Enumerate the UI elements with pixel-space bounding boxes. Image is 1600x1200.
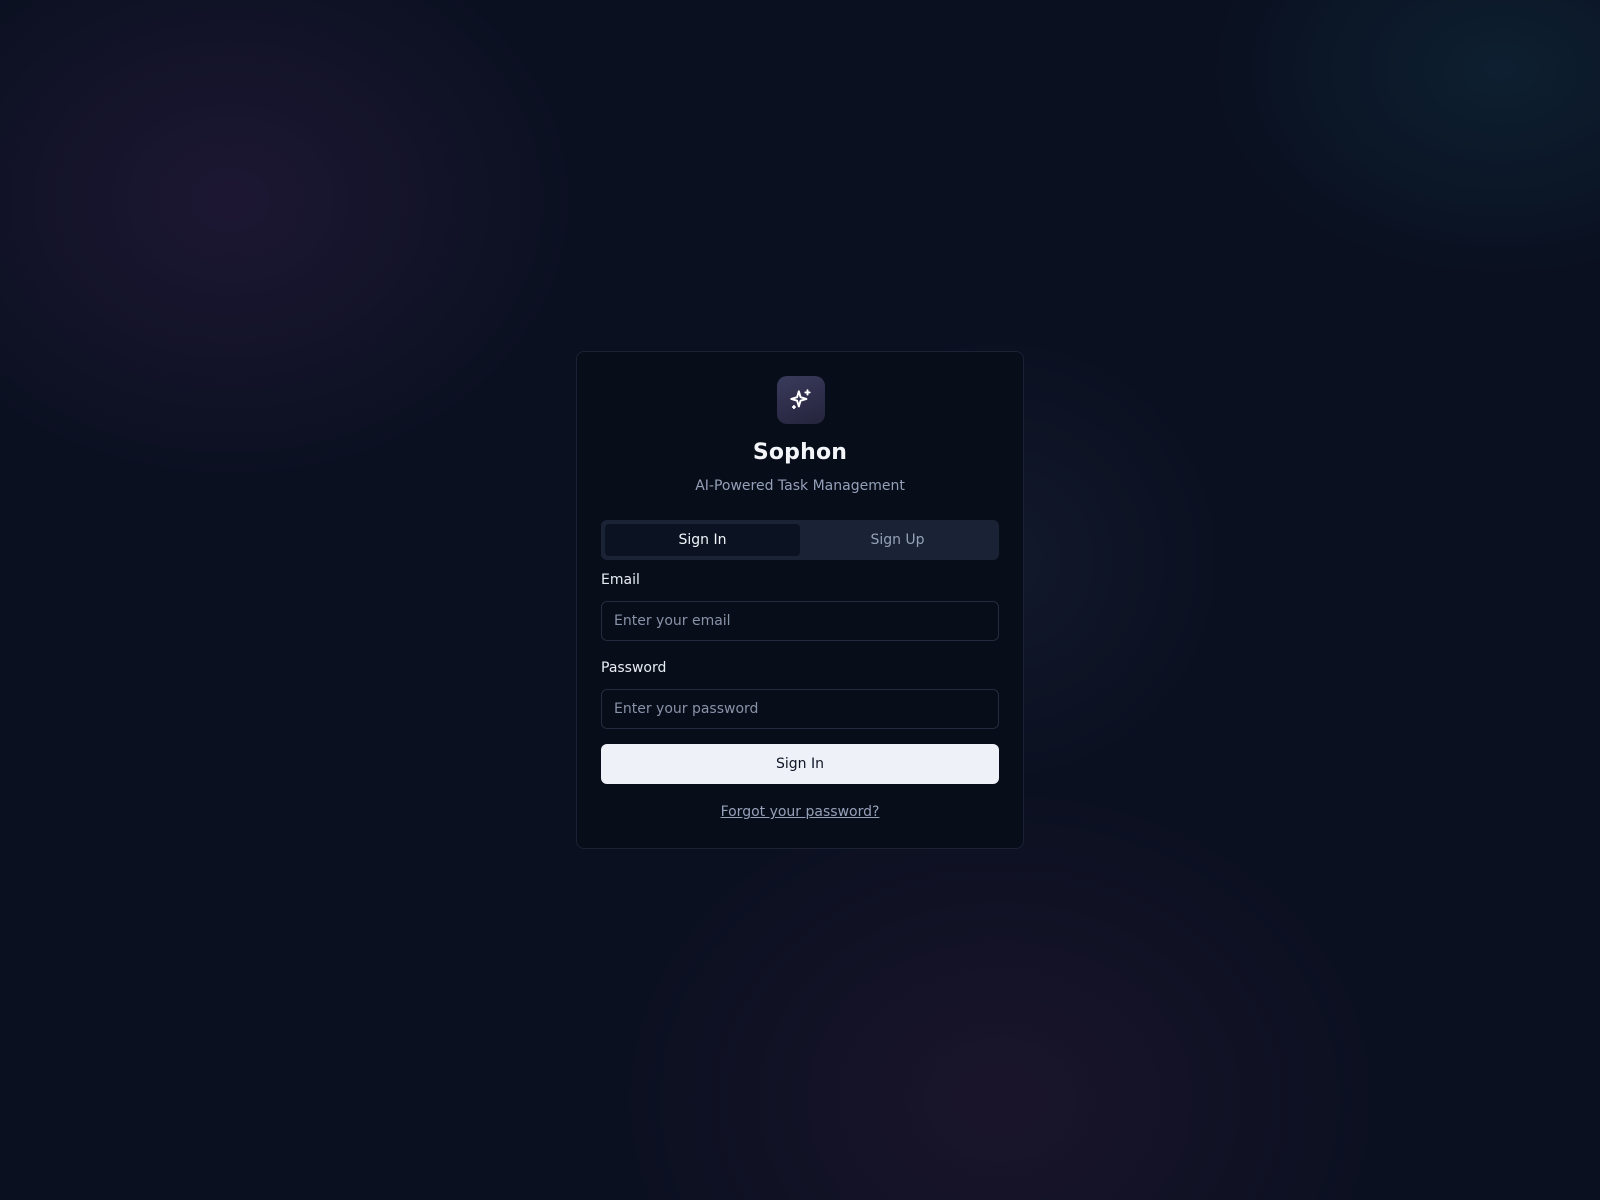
auth-card: Sophon AI-Powered Task Management Sign I… xyxy=(576,351,1024,849)
sparkles-icon xyxy=(790,389,811,410)
tab-sign-in[interactable]: Sign In xyxy=(605,524,800,556)
email-label: Email xyxy=(601,572,640,588)
app-tagline: AI-Powered Task Management xyxy=(695,478,905,494)
forgot-password-link[interactable]: Forgot your password? xyxy=(721,804,880,820)
tab-sign-up[interactable]: Sign Up xyxy=(800,524,995,556)
password-label: Password xyxy=(601,660,667,676)
forgot-password-row: Forgot your password? xyxy=(577,804,1023,820)
sign-in-button[interactable]: Sign In xyxy=(601,744,999,784)
app-logo xyxy=(777,376,825,424)
email-input[interactable] xyxy=(601,601,999,641)
app-title: Sophon xyxy=(752,440,848,465)
password-input[interactable] xyxy=(601,689,999,729)
auth-tabs: Sign In Sign Up xyxy=(601,520,999,560)
